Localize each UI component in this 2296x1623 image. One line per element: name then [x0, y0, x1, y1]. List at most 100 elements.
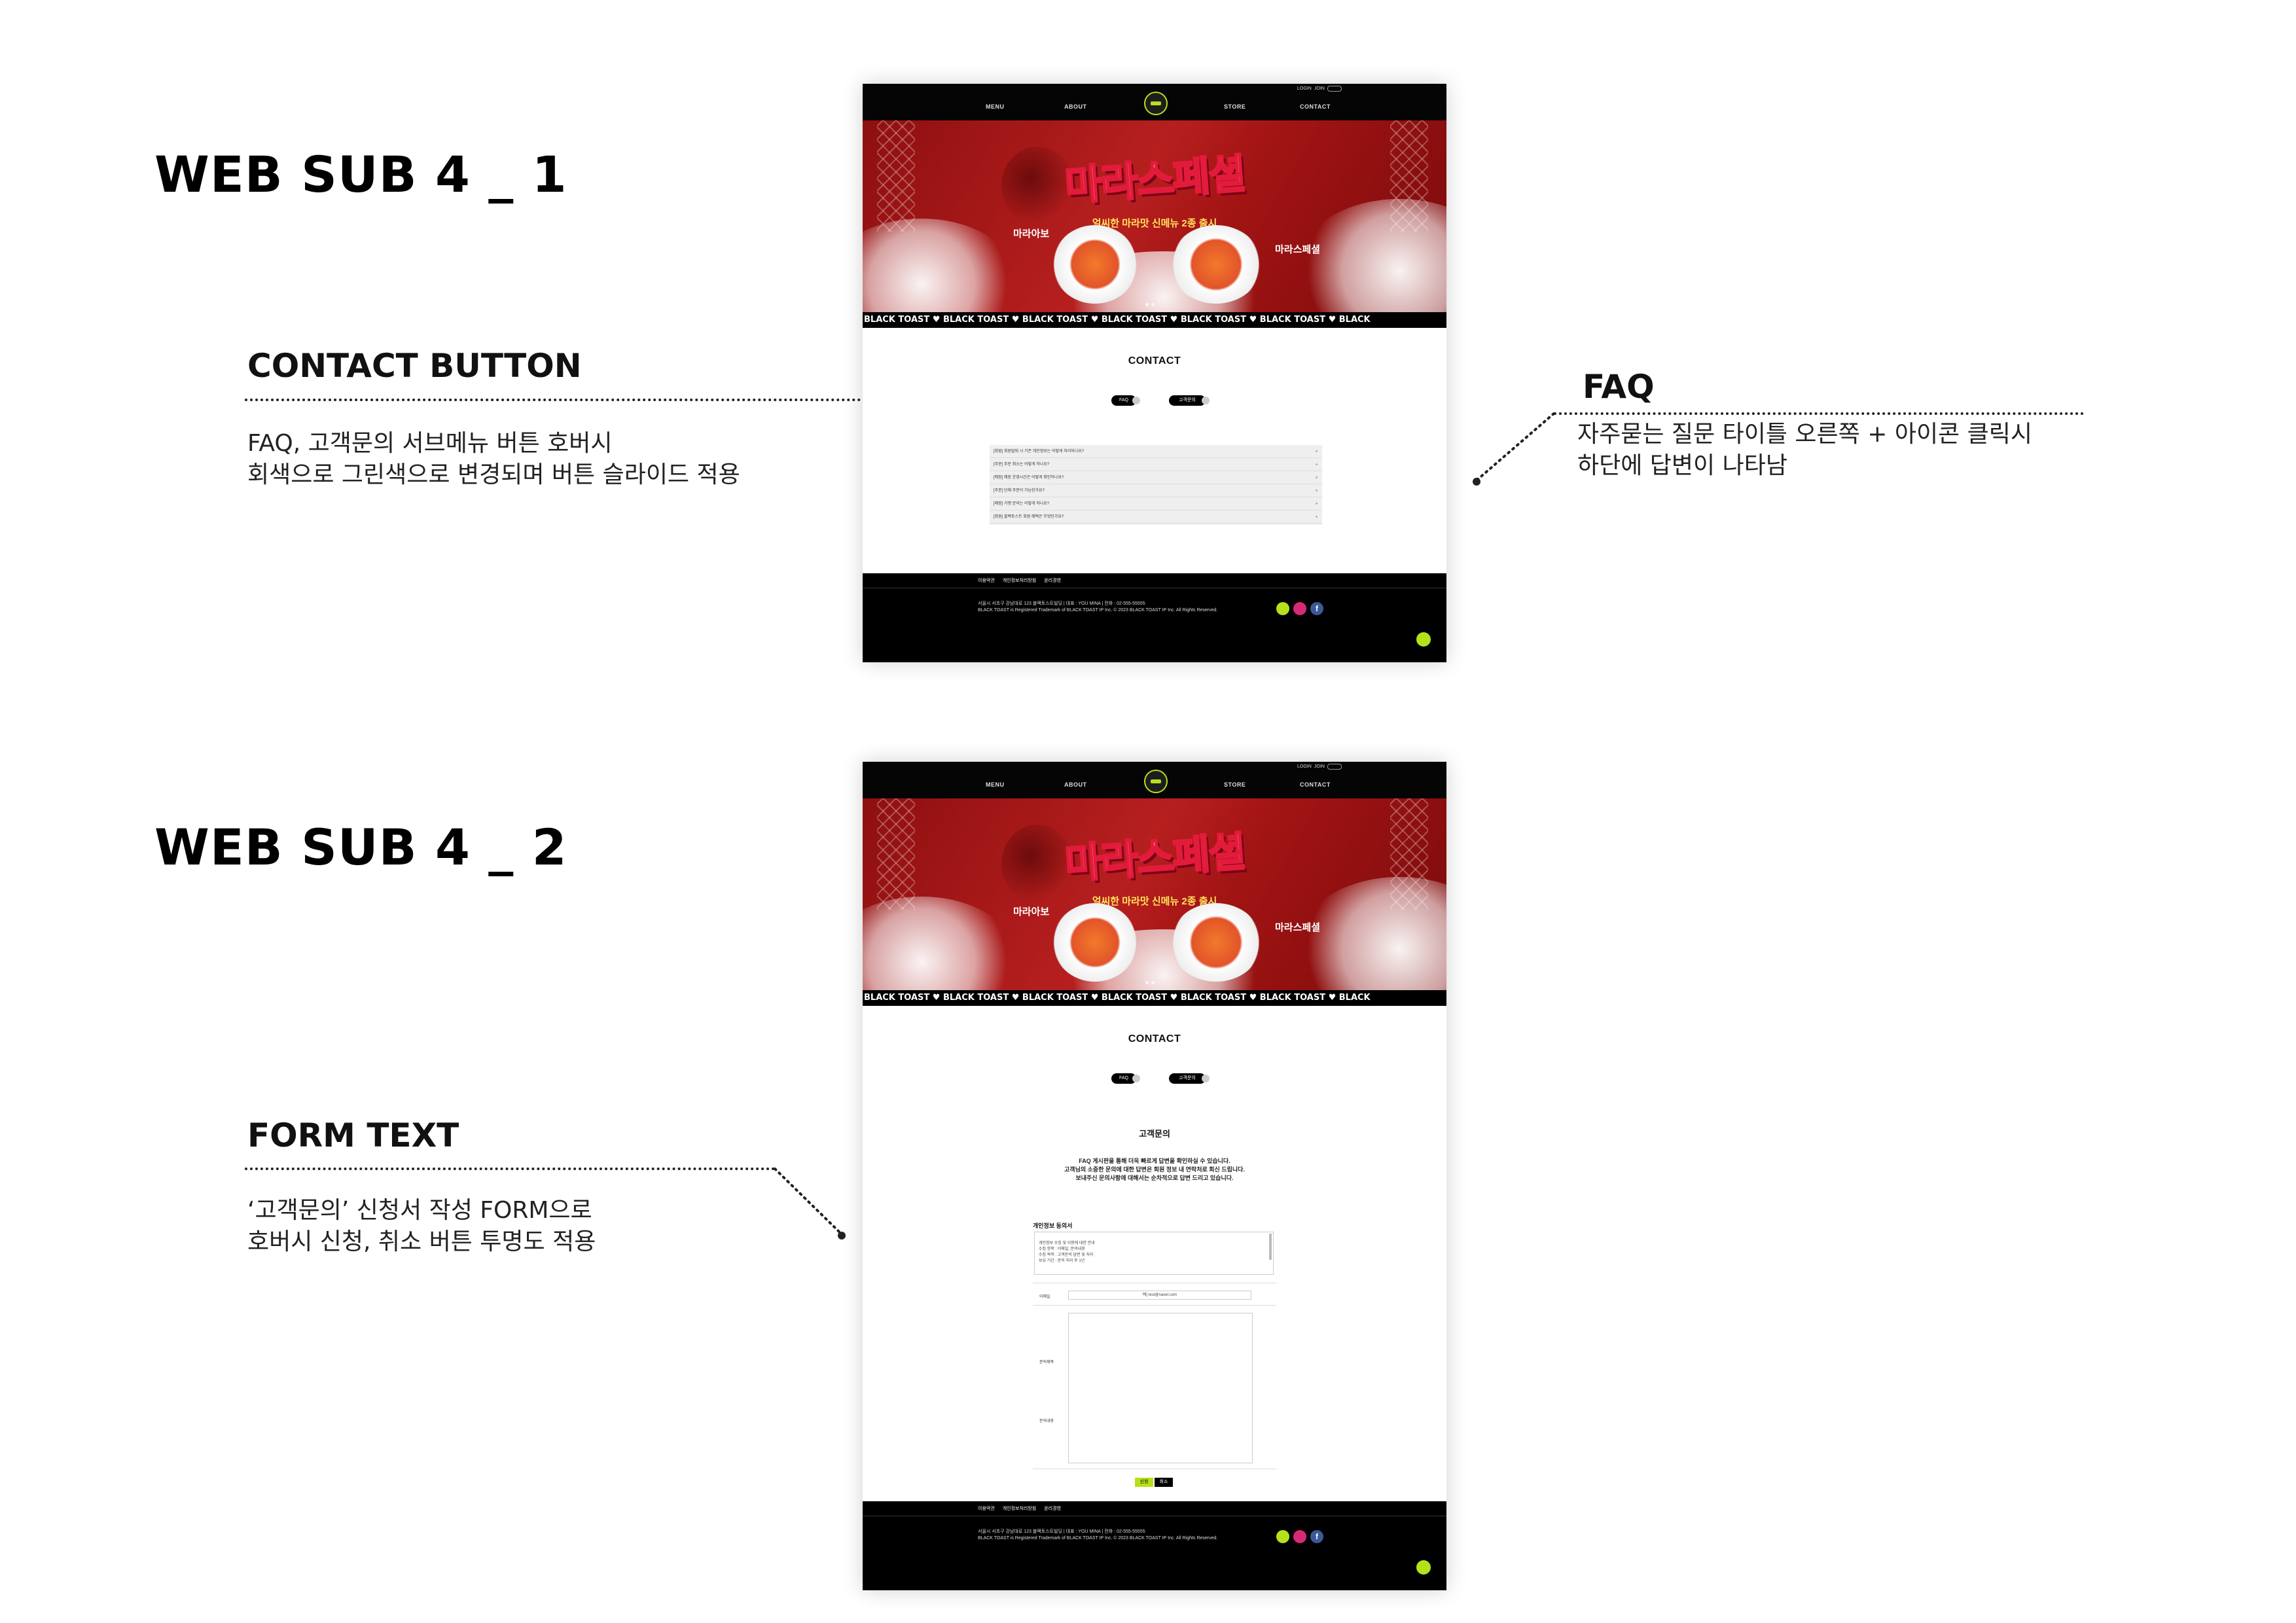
email-label: 이메일	[1039, 1295, 1050, 1299]
section-title-1: WEB SUB 4 _ 1	[154, 145, 567, 204]
tab-inquiry[interactable]: 고객문의	[1169, 1073, 1210, 1084]
annotation-connector	[774, 1168, 842, 1234]
annotation-faq-desc: 자주묻는 질문 타이틀 오른쪽 + 아이콘 클릭시 하단에 답변이 나타남	[1577, 421, 2032, 479]
scroll-top-button[interactable]	[1416, 632, 1431, 647]
mockup-sub-4-1: MENU ABOUT STORE CONTACT LOGIN JOIN 마라스페…	[863, 84, 1446, 662]
brand-logo[interactable]	[1144, 92, 1168, 115]
faq-question: [주문] 단체 주문이 가능한가요?	[994, 489, 1045, 493]
tab-inquiry[interactable]: 고객문의	[1169, 395, 1210, 406]
footer-link-privacy[interactable]: 개인정보처리방침	[1003, 579, 1037, 583]
hero-subtitle: 얼씨한 마라맛 신메뉴 2종 출시	[1092, 896, 1217, 907]
tab-faq[interactable]: FAQ	[1111, 395, 1140, 406]
title-label: 문의제목	[1039, 1361, 1054, 1364]
hero-menu-right: 마라스페셜	[1275, 922, 1321, 933]
food-image	[1170, 225, 1262, 304]
annotation-form-text-title: FORM TEXT	[247, 1116, 459, 1154]
privacy-agreement-box[interactable]: 개인정보 수집 및 이용에 대한 안내 수집 항목 : 이메일, 문의내용 수집…	[1034, 1232, 1274, 1275]
plus-icon[interactable]: +	[1315, 484, 1318, 497]
plus-icon[interactable]: +	[1315, 471, 1318, 484]
footer-link-terms[interactable]: 이용약관	[978, 1507, 995, 1511]
nav-item-store[interactable]: STORE	[1224, 781, 1246, 788]
nav-item-contact[interactable]: CONTACT	[1300, 781, 1331, 788]
faq-item[interactable]: [회원] 회원탈퇴 시 기존 개인정보는 어떻게 처리되나요? +	[990, 445, 1322, 458]
food-image	[1052, 903, 1138, 982]
facebook-icon[interactable]: f	[1310, 1530, 1323, 1543]
faq-item[interactable]: [매장] 매장 운영시간은 어떻게 확인하나요? +	[990, 471, 1322, 484]
instagram-icon[interactable]	[1293, 1530, 1306, 1543]
plus-icon[interactable]: +	[1315, 458, 1318, 471]
annotation-form-text-desc: ‘고객문의’ 신청서 작성 FORM으로 호버시 신청, 취소 버튼 투명도 적…	[247, 1197, 596, 1255]
nav-item-menu[interactable]: MENU	[986, 103, 1005, 110]
section-title-2: WEB SUB 4 _ 2	[154, 818, 567, 876]
footer-link-ethics[interactable]: 윤리경영	[1044, 1507, 1061, 1511]
nav-item-about[interactable]: ABOUT	[1064, 781, 1087, 788]
faq-list: [회원] 회원탈퇴 시 기존 개인정보는 어떻게 처리되나요? + [주문] 주문…	[990, 445, 1322, 525]
annotation-connector	[1554, 412, 2084, 415]
plus-icon[interactable]: +	[1315, 497, 1318, 510]
hero-banner: 마라스페셜 얼씨한 마라맛 신메뉴 2종 출시 마라아보 마라스페셜	[863, 798, 1446, 990]
faq-question: [주문] 주문 취소는 어떻게 하나요?	[994, 463, 1050, 467]
smoke-decoration	[863, 897, 1020, 990]
hero-menu-left: 마라아보	[1013, 228, 1050, 240]
faq-question: [회원] 블랙토스트 회원 혜택은 무엇인가요?	[994, 515, 1064, 519]
cancel-button[interactable]: 취소	[1155, 1478, 1173, 1487]
login-link[interactable]: LOGIN	[1297, 86, 1312, 91]
annotation-connector-dot	[838, 1232, 846, 1240]
footer-link-terms[interactable]: 이용약관	[978, 579, 995, 583]
mockup-sub-4-2: MENU ABOUT STORE CONTACT LOGIN JOIN 마라스페…	[863, 762, 1446, 1590]
faq-item[interactable]: [회원] 블랙토스트 회원 혜택은 무엇인가요? +	[990, 510, 1322, 524]
join-link[interactable]: JOIN	[1314, 764, 1325, 769]
hero-banner: 마라스페셜 얼씨한 마라맛 신메뉴 2종 출시 마라아보 마라스페셜	[863, 120, 1446, 312]
faq-question: [회원] 회원탈퇴 시 기존 개인정보는 어떻게 처리되나요?	[994, 450, 1085, 454]
slider-dots[interactable]	[1145, 298, 1165, 306]
privacy-label: 개인정보 동의서	[1033, 1222, 1073, 1229]
store-icon[interactable]	[1276, 1530, 1289, 1543]
store-icon[interactable]	[1276, 602, 1289, 615]
plus-icon[interactable]: +	[1315, 445, 1318, 458]
nav-item-menu[interactable]: MENU	[986, 781, 1005, 788]
email-input[interactable]: 예) test@naver.com	[1068, 1291, 1251, 1300]
footer-links: 이용약관 개인정보처리방침 윤리경영	[978, 1505, 1067, 1512]
smoke-decoration	[863, 219, 1020, 312]
faq-item[interactable]: [매장] 가맹 문의는 어떻게 하나요? +	[990, 497, 1322, 510]
language-toggle-icon[interactable]	[1327, 764, 1342, 770]
scrollbar[interactable]	[1269, 1234, 1272, 1260]
top-navigation: MENU ABOUT STORE CONTACT LOGIN JOIN	[863, 762, 1446, 798]
plus-icon[interactable]: +	[1315, 510, 1318, 524]
form-title: 고객문의	[1139, 1129, 1170, 1139]
tab-faq[interactable]: FAQ	[1111, 1073, 1140, 1084]
login-link[interactable]: LOGIN	[1297, 764, 1312, 769]
hero-subtitle: 얼씨한 마라맛 신메뉴 2종 출시	[1092, 218, 1217, 229]
annotation-connector	[245, 1168, 775, 1170]
annotation-connector	[1475, 412, 1555, 482]
footer-link-privacy[interactable]: 개인정보처리방침	[1003, 1507, 1037, 1511]
faq-item[interactable]: [주문] 단체 주문이 가능한가요? +	[990, 484, 1322, 497]
brand-ticker: BLACK TOAST ♥ BLACK TOAST ♥ BLACK TOAST …	[863, 990, 1446, 1006]
form-divider	[1033, 1305, 1276, 1306]
inquiry-textarea[interactable]	[1068, 1313, 1253, 1463]
footer-links: 이용약관 개인정보처리방침 윤리경영	[978, 577, 1067, 584]
annotation-connector-dot	[1473, 478, 1480, 486]
nav-item-store[interactable]: STORE	[1224, 103, 1246, 110]
instagram-icon[interactable]	[1293, 602, 1306, 615]
facebook-icon[interactable]: f	[1310, 602, 1323, 615]
brand-logo[interactable]	[1144, 770, 1168, 793]
footer-info: 서울시 서초구 강남대로 123 블랙토스트빌딩 | 대표 : YOU MINA…	[978, 1529, 1218, 1541]
top-navigation: MENU ABOUT STORE CONTACT LOGIN JOIN	[863, 84, 1446, 120]
join-link[interactable]: JOIN	[1314, 86, 1325, 91]
faq-question: [매장] 가맹 문의는 어떻게 하나요?	[994, 502, 1050, 506]
scroll-top-button[interactable]	[1416, 1560, 1431, 1575]
contact-heading: CONTACT	[1128, 355, 1181, 366]
faq-question: [매장] 매장 운영시간은 어떻게 확인하나요?	[994, 476, 1064, 480]
nav-item-about[interactable]: ABOUT	[1064, 103, 1087, 110]
submit-button[interactable]: 신청	[1135, 1478, 1153, 1487]
hero-menu-left: 마라아보	[1013, 906, 1050, 918]
footer: 이용약관 개인정보처리방침 윤리경영 서울시 서초구 강남대로 123 블랙토스…	[863, 1501, 1446, 1590]
annotation-faq-title: FAQ	[1583, 368, 1655, 406]
language-toggle-icon[interactable]	[1327, 86, 1342, 92]
slider-dots[interactable]	[1145, 976, 1165, 984]
nav-item-contact[interactable]: CONTACT	[1300, 103, 1331, 110]
hero-menu-right: 마라스페셜	[1275, 244, 1321, 255]
footer-link-ethics[interactable]: 윤리경영	[1044, 579, 1061, 583]
faq-item[interactable]: [주문] 주문 취소는 어떻게 하나요? +	[990, 458, 1322, 471]
